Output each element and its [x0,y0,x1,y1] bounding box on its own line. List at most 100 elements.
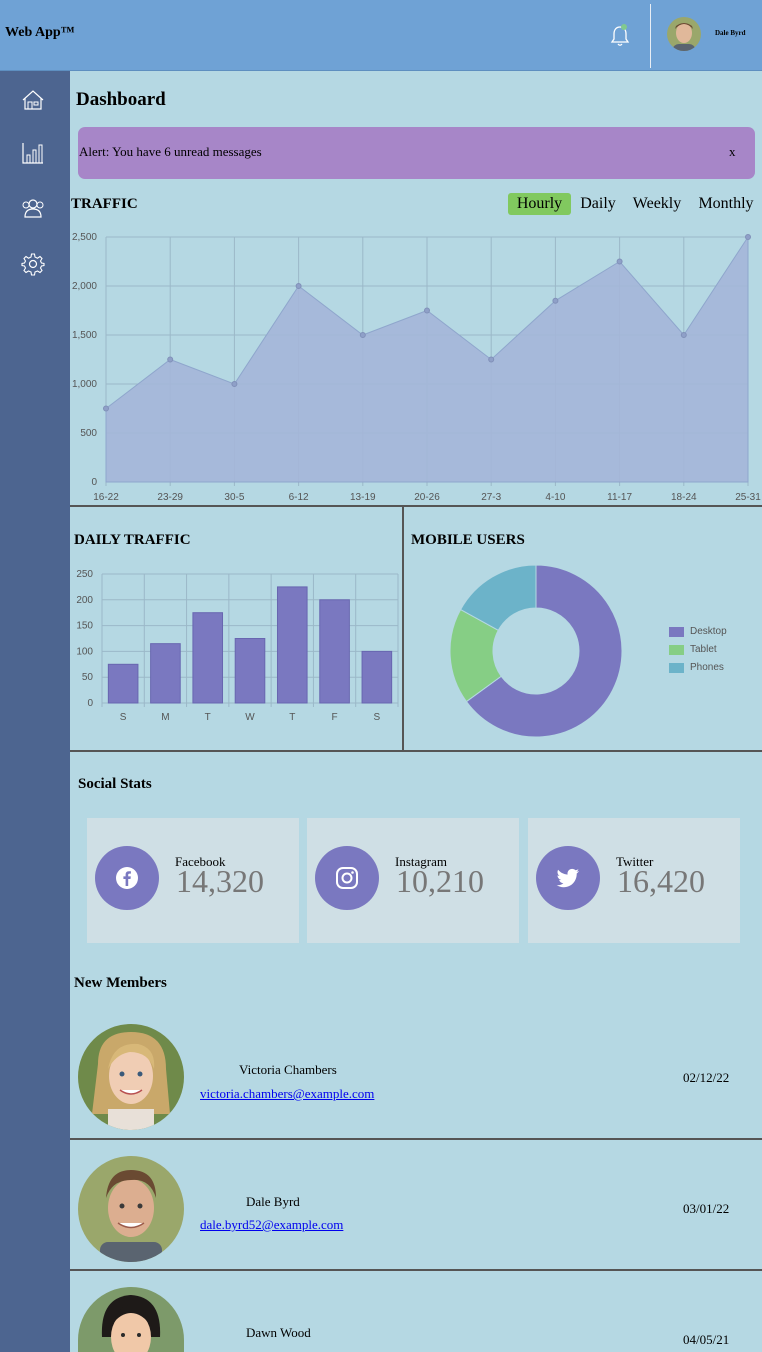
member-name: Dale Byrd [246,1194,300,1209]
bar [361,650,393,704]
home-icon[interactable] [21,88,45,112]
header-divider [650,4,651,68]
legend-swatch [669,663,684,673]
instagram-icon [315,846,379,910]
alert-banner: Alert: You have 6 unread messages x [78,127,755,179]
data-point [359,332,366,338]
x-tick-label: 20-26 [414,492,440,503]
member-date: 03/01/22 [683,1201,730,1216]
y-tick-label: 0 [87,698,93,709]
x-tick-label: 4-10 [545,492,565,503]
data-point [103,405,109,412]
gear-icon[interactable] [21,252,45,276]
data-point [680,332,687,338]
member-divider [70,1269,762,1271]
social-stats-title: Social Stats [78,776,152,792]
data-point [231,381,238,387]
column-divider [402,506,404,752]
notification-dot [621,24,627,30]
member-divider [70,1138,762,1140]
avatar[interactable] [667,17,701,51]
legend-label: Phones [690,662,724,673]
y-tick-label: 50 [82,672,94,683]
data-point [745,234,751,240]
legend-label: Desktop [690,626,727,637]
y-tick-label: 150 [76,621,93,632]
x-tick-label: S [120,712,127,723]
daily-traffic-chart: 0 50 100 150 200 250 S M T W T F S [76,569,399,723]
twitter-icon [536,846,600,910]
bar [107,663,139,704]
y-tick-label: 2,000 [72,281,97,292]
y-tick-label: 500 [80,428,97,439]
avatar [78,1024,184,1130]
member-date: 04/05/21 [683,1332,730,1347]
x-tick-label: S [374,712,381,723]
legend-swatch [669,627,684,637]
x-tick-label: T [289,712,295,723]
y-tick-label: 1,000 [72,379,97,390]
new-members-title: New Members [74,975,167,991]
traffic-title: TRAFFIC [71,196,138,212]
y-tick-label: 200 [76,595,93,606]
legend-swatch [669,645,684,655]
social-card-twitter: Twitter 16,420 [528,818,740,943]
facebook-icon [95,846,159,910]
mobile-users-chart [449,564,623,738]
x-tick-label: 18-24 [671,492,697,503]
top-bar: Web App™ Dale Byrd [0,0,762,71]
legend-label: Tablet [690,644,717,655]
x-tick-label: 11-17 [607,492,632,503]
tab-hourly[interactable]: Hourly [508,193,571,215]
bar [234,638,266,704]
x-tick-label: 13-19 [350,492,376,503]
data-point [488,356,495,363]
x-tick-label: T [205,712,211,723]
member-date: 02/12/22 [683,1070,730,1085]
users-icon[interactable] [21,196,45,220]
y-tick-label: 1,500 [72,330,97,341]
y-tick-label: 0 [91,477,97,488]
y-tick-label: 2,500 [72,232,97,243]
social-card-facebook: Facebook 14,320 [87,818,299,943]
bar-chart-icon[interactable] [21,141,45,165]
data-point [616,258,623,265]
bar [319,599,350,704]
mobile-users-title: MOBILE USERS [411,532,525,548]
social-card-instagram: Instagram 10,210 [307,818,519,943]
tab-monthly[interactable]: Monthly [694,193,758,215]
avatar [78,1156,184,1262]
x-tick-label: F [332,712,338,723]
member-email-link[interactable]: dale.byrd52@example.com [200,1217,343,1233]
tab-daily[interactable]: Daily [576,193,620,215]
section-divider [70,750,762,752]
x-tick-label: W [245,712,255,723]
data-point [552,297,559,304]
alert-close-button[interactable]: x [729,144,736,160]
bar [276,586,308,704]
social-count: 10,210 [396,863,484,899]
social-count: 16,420 [617,863,705,899]
tab-weekly[interactable]: Weekly [628,193,686,215]
x-tick-label: 23-29 [157,492,183,503]
x-tick-label: 27-3 [481,492,501,503]
x-tick-label: M [161,712,169,723]
bell-icon[interactable] [609,24,631,48]
data-point [167,356,174,363]
section-divider [70,505,762,507]
member-email-link[interactable]: victoria.chambers@example.com [200,1086,374,1102]
daily-traffic-title: DAILY TRAFFIC [74,532,191,548]
member-name: Dawn Wood [246,1325,311,1340]
y-tick-label: 100 [76,646,93,657]
x-tick-label: 25-31 [735,492,761,503]
data-point [295,283,302,289]
x-tick-label: 6-12 [289,492,309,503]
bar [192,612,224,704]
y-tick-label: 250 [76,569,93,580]
x-tick-label: 30-5 [224,492,244,503]
social-count: 14,320 [176,863,264,899]
user-name[interactable]: Dale Byrd [715,29,746,37]
member-name: Victoria Chambers [239,1062,337,1077]
bar [150,643,181,704]
traffic-chart: 0 500 1,000 1,500 2,000 2,500 16-22 23-29 30-5 6-… [72,232,761,503]
